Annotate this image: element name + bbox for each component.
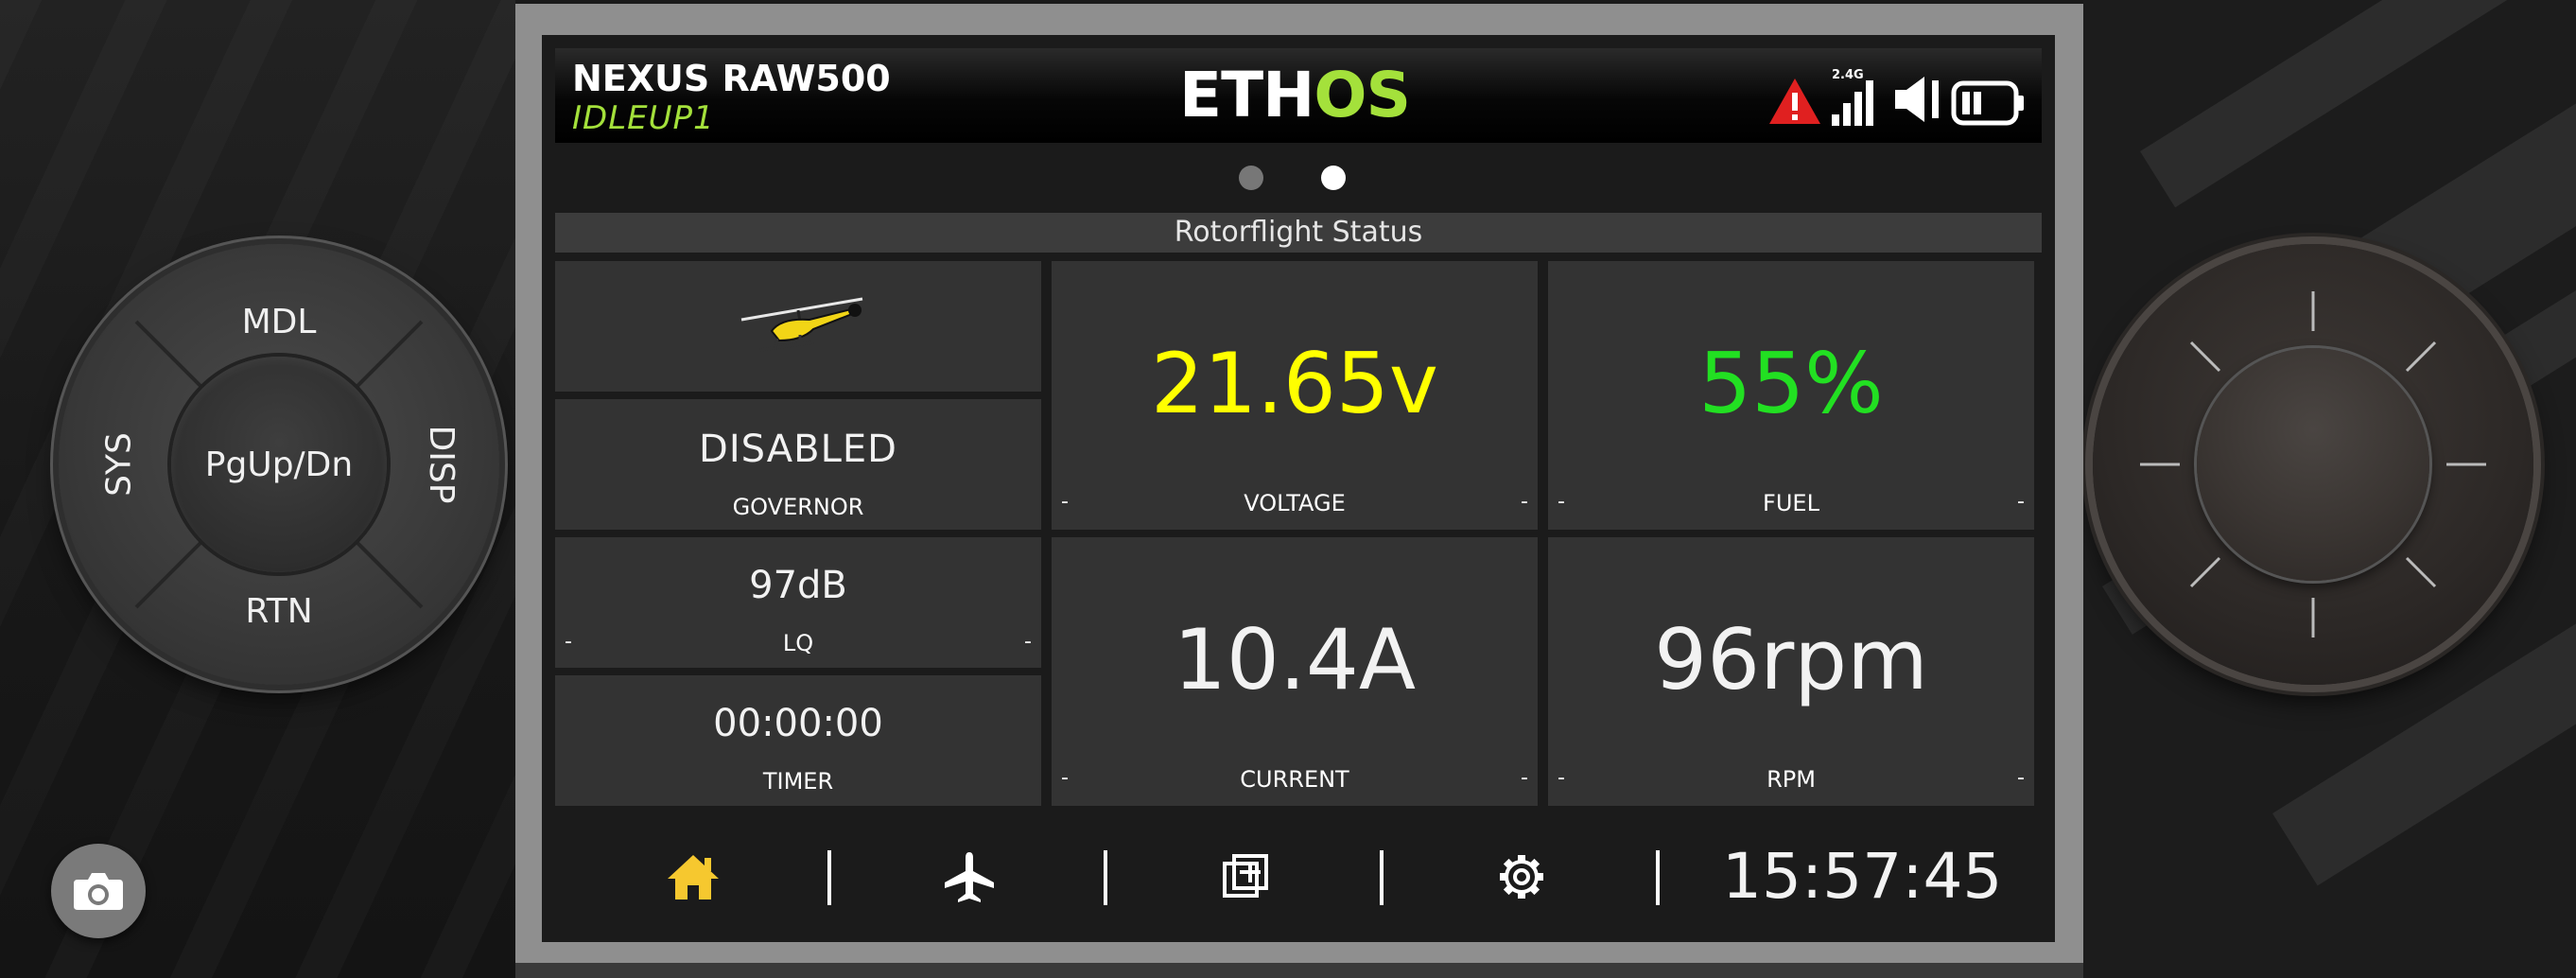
page-up-down-button[interactable]: PgUp/Dn [171,357,387,572]
volume-icon[interactable] [1892,73,1943,126]
nav-separator [827,850,831,905]
timer-value: 00:00:00 [713,702,883,745]
current-tile[interactable]: 10.4A CURRENT - - [1052,537,1538,806]
sys-button[interactable]: SYS [99,432,138,497]
ethos-logo: ETHOS [1179,58,1411,133]
screenshot-button[interactable] [51,844,146,938]
gear-icon [1500,855,1543,899]
warning-icon[interactable] [1767,77,1822,126]
status-icons: 2.4G [1767,65,2027,126]
widgets-icon [1223,854,1268,898]
lq-min: - [565,630,572,654]
clock: 15:57:45 [1722,840,2003,913]
page-indicator-1[interactable] [1239,166,1263,190]
flight-mode: IDLEUP1 [572,99,715,137]
nav-separator [1656,850,1660,905]
bezel-bottom-strip [515,963,2083,978]
rotary-encoder[interactable] [2093,244,2533,685]
rpm-label: RPM [1767,766,1816,793]
current-label: CURRENT [1240,766,1349,793]
top-status-bar: NEXUS RAW500 IDLEUP1 ETHOS 2.4G [555,48,2042,143]
home-icon [668,855,719,899]
helicopter-icon [740,297,863,352]
logo-text-eth: ETH [1179,59,1314,131]
governor-value: DISABLED [699,428,897,471]
widget-title: Rotorflight Status [555,213,2042,253]
current-min: - [1061,766,1069,790]
rpm-min: - [1558,766,1565,790]
nav-separator [1380,850,1384,905]
voltage-tile[interactable]: 21.65v VOLTAGE - - [1052,261,1538,530]
airplane-icon [945,852,994,902]
governor-label: GOVERNOR [732,494,864,520]
rpm-max: - [2017,766,2025,790]
current-max: - [1521,766,1528,790]
rpm-tile[interactable]: 96rpm RPM - - [1548,537,2034,806]
fuel-value: 55% [1698,335,1884,432]
voltage-value: 21.65v [1150,335,1438,432]
nav-display-button[interactable] [1208,839,1283,915]
voltage-max: - [1521,490,1528,514]
signal-strength-icon: 2.4G [1832,68,1873,126]
nav-home-button[interactable] [655,839,731,915]
lq-tile[interactable]: 97dB LQ - - [555,537,1041,668]
fuel-tile[interactable]: 55% FUEL - - [1548,261,2034,530]
camera-icon [74,873,123,910]
mdl-button[interactable]: MDL [242,303,317,341]
lq-value: 97dB [749,564,847,607]
logo-text-os: OS [1314,59,1411,131]
lq-label: LQ [782,630,814,656]
timer-label: TIMER [762,768,834,795]
rpm-value: 96rpm [1654,611,1928,708]
voltage-min: - [1061,490,1069,514]
fuel-min: - [1558,490,1565,514]
model-image-tile[interactable] [555,261,1041,392]
voltage-label: VOLTAGE [1244,490,1346,516]
rtn-button[interactable]: RTN [245,592,312,631]
nav-system-button[interactable] [1484,839,1559,915]
radio-screen: NEXUS RAW500 IDLEUP1 ETHOS 2.4G Rotorfli… [542,35,2055,942]
page-indicator-2[interactable] [1321,166,1346,190]
nav-model-button[interactable] [931,839,1007,915]
nav-separator [1104,850,1107,905]
left-control-panel: MDL RTN SYS DISP PgUp/Dn [0,0,515,978]
disp-button[interactable]: DISP [422,426,461,504]
fuel-max: - [2017,490,2025,514]
timer-tile[interactable]: 00:00:00 TIMER [555,675,1041,806]
band-label: 2.4G [1832,68,1864,82]
model-name[interactable]: NEXUS RAW500 [572,58,891,99]
navigation-dpad: MDL RTN SYS DISP PgUp/Dn [59,244,499,685]
encoder-center-button[interactable] [2197,348,2429,581]
lq-max: - [1024,630,1032,654]
fuel-label: FUEL [1763,490,1819,516]
governor-tile[interactable]: DISABLED GOVERNOR [555,399,1041,530]
current-value: 10.4A [1173,611,1417,708]
battery-icon [1951,80,2024,126]
